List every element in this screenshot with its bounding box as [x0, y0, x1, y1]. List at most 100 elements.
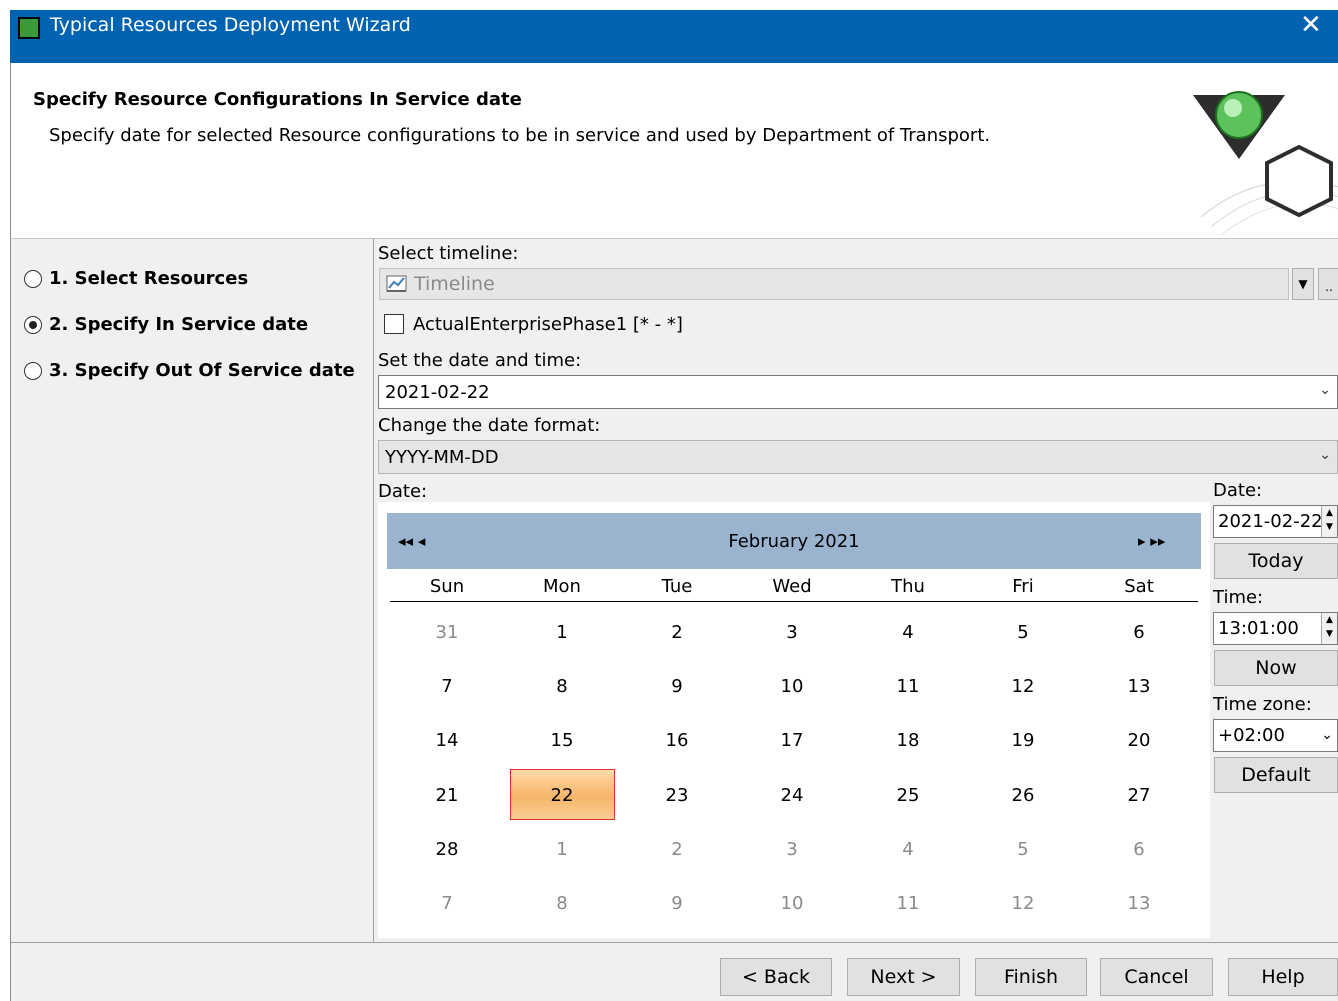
step-radio[interactable]: [24, 361, 42, 380]
calendar-day[interactable]: 13: [1109, 676, 1169, 697]
calendar-day[interactable]: 2: [647, 839, 707, 860]
side-time-spinner[interactable]: 13:01:00 ▲ ▼: [1213, 612, 1338, 645]
calendar-day[interactable]: 5: [993, 622, 1053, 643]
date-format-combobox[interactable]: YYYY-MM-DD ⌄: [378, 440, 1338, 474]
date-time-field[interactable]: 2021-02-22 ⌄: [378, 375, 1338, 409]
step-radio[interactable]: [24, 269, 42, 288]
wizard-header: Specify Resource Configurations In Servi…: [10, 63, 1338, 238]
calendar-day[interactable]: 7: [417, 893, 477, 914]
side-timezone-label: Time zone:: [1213, 694, 1312, 715]
calendar-day[interactable]: 1: [532, 622, 592, 643]
window-title: Typical Resources Deployment Wizard: [50, 14, 411, 36]
date-time-value: 2021-02-22: [385, 381, 490, 403]
calendar-day[interactable]: 28: [417, 839, 477, 860]
step-select-resources[interactable]: 1. Select Resources: [24, 268, 248, 289]
weekday-header: Sun: [429, 576, 465, 597]
weekday-header: Wed: [772, 576, 812, 597]
calendar-day[interactable]: 4: [878, 839, 938, 860]
phase-checkbox-label: ActualEnterprisePhase1 [* - *]: [413, 314, 683, 335]
calendar-day[interactable]: 5: [993, 839, 1053, 860]
spinner-arrows-icon[interactable]: ▲ ▼: [1321, 506, 1337, 537]
weekday-header: Thu: [891, 576, 925, 597]
finish-button[interactable]: Finish: [975, 958, 1087, 996]
calendar-day[interactable]: 8: [532, 893, 592, 914]
calendar-day[interactable]: 24: [762, 785, 822, 806]
calendar-day[interactable]: 3: [762, 622, 822, 643]
today-button[interactable]: Today: [1214, 543, 1338, 579]
calendar-day[interactable]: 17: [762, 730, 822, 751]
calendar-day[interactable]: 21: [417, 785, 477, 806]
next-button[interactable]: Next >: [847, 958, 960, 996]
timeline-combobox[interactable]: Timeline: [379, 268, 1289, 300]
calendar-day[interactable]: 3: [762, 839, 822, 860]
calendar-day[interactable]: 20: [1109, 730, 1169, 751]
side-date-spinner[interactable]: 2021-02-22 ▲ ▼: [1213, 505, 1338, 538]
chevron-down-icon: ▼: [1298, 277, 1308, 291]
calendar-day[interactable]: 4: [878, 622, 938, 643]
side-time-label: Time:: [1213, 587, 1264, 608]
close-icon[interactable]: ✕: [1300, 10, 1322, 40]
back-button[interactable]: < Back: [720, 958, 832, 996]
calendar-day[interactable]: 11: [878, 893, 938, 914]
spinner-arrows-icon[interactable]: ▲ ▼: [1321, 613, 1337, 644]
calendar-day[interactable]: 18: [878, 730, 938, 751]
calendar-day[interactable]: 12: [993, 676, 1053, 697]
calendar-day[interactable]: 15: [532, 730, 592, 751]
calendar-day[interactable]: 1: [532, 839, 592, 860]
timeline-dropdown-button[interactable]: ▼: [1292, 268, 1314, 300]
calendar-day[interactable]: 8: [532, 676, 592, 697]
calendar-day[interactable]: 12: [993, 893, 1053, 914]
calendar-day[interactable]: 6: [1109, 839, 1169, 860]
calendar-date-label: Date:: [378, 481, 428, 502]
step-label: 2. Specify In Service date: [49, 314, 309, 335]
calendar-day[interactable]: 25: [878, 785, 938, 806]
cancel-button[interactable]: Cancel: [1100, 958, 1213, 996]
timeline-more-button[interactable]: ..: [1318, 268, 1338, 300]
calendar-day[interactable]: 10: [762, 676, 822, 697]
calendar-day[interactable]: 10: [762, 893, 822, 914]
calendar-day[interactable]: 27: [1109, 785, 1169, 806]
timezone-value: +02:00: [1218, 725, 1285, 746]
set-date-label: Set the date and time:: [378, 350, 582, 371]
date-format-value: YYYY-MM-DD: [385, 446, 499, 468]
calendar-day[interactable]: 31: [417, 622, 477, 643]
calendar-day[interactable]: 2: [647, 622, 707, 643]
calendar-day[interactable]: 7: [417, 676, 477, 697]
app-icon: [18, 17, 40, 39]
calendar-day[interactable]: 23: [647, 785, 707, 806]
change-format-label: Change the date format:: [378, 415, 601, 436]
calendar-day[interactable]: 9: [647, 893, 707, 914]
page-title: Specify Resource Configurations In Servi…: [33, 89, 522, 110]
timeline-value: Timeline: [414, 273, 495, 295]
calendar-day[interactable]: 11: [878, 676, 938, 697]
step-specify-out-of-service[interactable]: 3. Specify Out Of Service date: [24, 360, 355, 381]
step-radio-selected[interactable]: [24, 315, 42, 334]
phase-checkbox[interactable]: [384, 314, 404, 334]
calendar-day[interactable]: 16: [647, 730, 707, 751]
calendar-day[interactable]: 26: [993, 785, 1053, 806]
step-specify-in-service[interactable]: 2. Specify In Service date: [24, 314, 308, 335]
timezone-combobox[interactable]: +02:00 ⌄: [1213, 719, 1338, 752]
calendar-day[interactable]: 13: [1109, 893, 1169, 914]
weekday-header: Tue: [661, 576, 693, 597]
calendar-day-selected[interactable]: 22: [532, 785, 592, 806]
calendar-day[interactable]: 19: [993, 730, 1053, 751]
chevron-down-icon[interactable]: ⌄: [1319, 382, 1331, 398]
timeline-icon: [386, 275, 407, 292]
chevron-down-icon[interactable]: ⌄: [1321, 720, 1333, 751]
step-label: 1. Select Resources: [49, 268, 249, 289]
calendar-day[interactable]: 6: [1109, 622, 1169, 643]
default-button[interactable]: Default: [1214, 757, 1338, 793]
page-subtitle: Specify date for selected Resource confi…: [49, 125, 991, 146]
now-button[interactable]: Now: [1214, 650, 1338, 686]
calendar-day[interactable]: 14: [417, 730, 477, 751]
next-month-nav[interactable]: ▸ ▸▸: [1138, 532, 1165, 550]
help-button[interactable]: Help: [1228, 958, 1338, 996]
weekday-header: Fri: [1012, 576, 1034, 597]
chevron-down-icon[interactable]: ⌄: [1319, 447, 1331, 463]
side-time-value: 13:01:00: [1218, 618, 1299, 639]
weekday-header: Mon: [543, 576, 581, 597]
step-label: 3. Specify Out Of Service date: [49, 360, 355, 381]
wizard-logo-icon: [1193, 91, 1338, 236]
calendar-day[interactable]: 9: [647, 676, 707, 697]
